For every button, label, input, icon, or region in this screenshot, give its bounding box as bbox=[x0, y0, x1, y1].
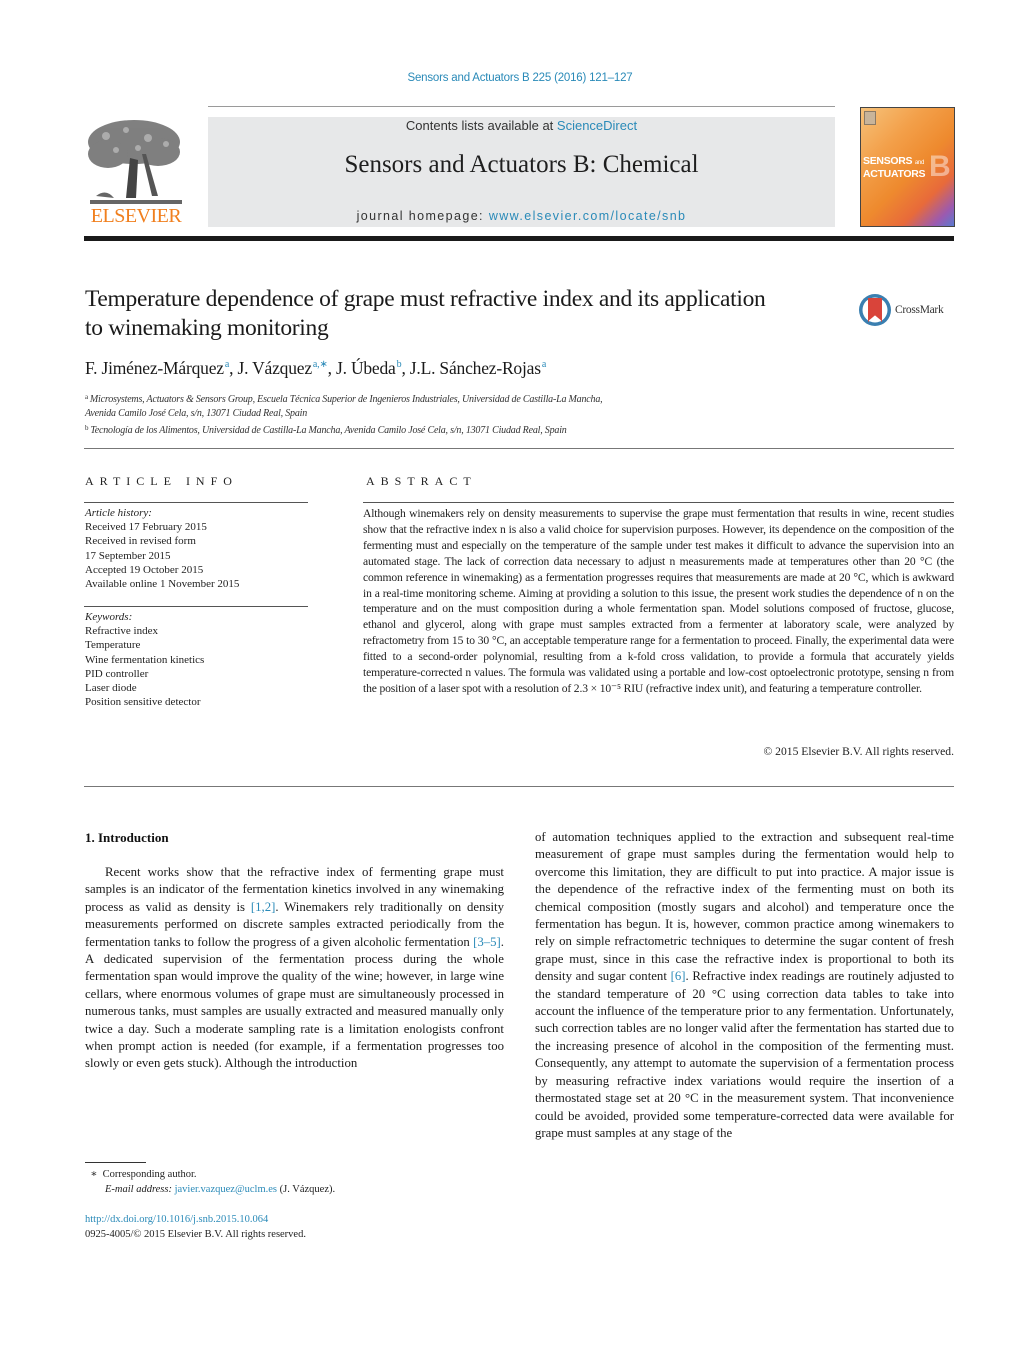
author-name: J. Úbeda bbox=[335, 358, 396, 378]
affiliation-a: a Microsystems, Actuators & Sensors Group… bbox=[85, 390, 603, 407]
issn-copyright: 0925-4005/© 2015 Elsevier B.V. All right… bbox=[85, 1229, 306, 1240]
reference-link[interactable]: [3–5] bbox=[473, 935, 501, 949]
cover-letter: B bbox=[929, 150, 951, 183]
header-thick-rule bbox=[84, 236, 954, 241]
affiliation-mark[interactable]: a,∗ bbox=[313, 359, 328, 370]
author[interactable]: F. Jiménez-Márqueza, bbox=[85, 358, 237, 378]
body-text: . Refractive index readings are routinel… bbox=[535, 969, 954, 1140]
header-rule bbox=[208, 106, 835, 107]
abstract-rule bbox=[363, 502, 954, 503]
reference-link[interactable]: [6] bbox=[671, 969, 686, 983]
author-separator: , bbox=[401, 358, 410, 378]
author-list: F. Jiménez-Márqueza, J. Vázqueza,∗, J. Ú… bbox=[85, 358, 546, 379]
email-suffix: (J. Vázquez). bbox=[276, 1184, 336, 1195]
affiliation-mark: a bbox=[85, 393, 88, 401]
article-info-heading: ARTICLE INFO bbox=[85, 474, 238, 488]
footnote: ∗ Corresponding author. E-mail address: … bbox=[85, 1167, 335, 1197]
introduction-column-left: Recent works show that the refractive in… bbox=[85, 864, 504, 1073]
corresponding-label: Corresponding author. bbox=[102, 1169, 197, 1180]
elsevier-wordmark: ELSEVIER bbox=[90, 205, 182, 227]
footnote-mark: ∗ bbox=[90, 1169, 98, 1180]
abstract-heading: ABSTRACT bbox=[366, 474, 477, 488]
affiliation-text: Tecnología de los Alimentos, Universidad… bbox=[90, 425, 567, 436]
affiliation-a-cont: Avenida Camilo José Cela, s/n, 13071 Ciu… bbox=[85, 408, 308, 419]
homepage-prefix: journal homepage: bbox=[356, 209, 489, 223]
author-name: F. Jiménez-Márquez bbox=[85, 358, 224, 378]
affiliation-mark: b bbox=[85, 424, 89, 432]
keywords-label: Keywords: bbox=[85, 611, 133, 623]
article-title: Temperature dependence of grape must ref… bbox=[85, 286, 766, 341]
elsevier-logo[interactable]: ELSEVIER bbox=[84, 116, 186, 228]
journal-citation[interactable]: Sensors and Actuators B 225 (2016) 121–1… bbox=[0, 72, 1020, 84]
author-separator: , bbox=[327, 358, 336, 378]
article-info-rule bbox=[84, 502, 308, 503]
author[interactable]: J. Úbedab, bbox=[336, 358, 410, 378]
history-item: Accepted 19 October 2015 bbox=[85, 563, 204, 576]
abstract-bottom-rule bbox=[84, 786, 954, 787]
corresponding-author-note: ∗ Corresponding author. bbox=[85, 1167, 335, 1182]
sciencedirect-link[interactable]: ScienceDirect bbox=[557, 118, 637, 133]
history-item: 17 September 2015 bbox=[85, 549, 171, 562]
contents-prefix: Contents lists available at bbox=[405, 118, 557, 133]
keyword: PID controller bbox=[85, 667, 149, 680]
cover-publisher-badge bbox=[864, 111, 876, 125]
journal-homepage-link[interactable]: www.elsevier.com/locate/snb bbox=[489, 209, 687, 223]
history-item: Received 17 February 2015 bbox=[85, 521, 207, 534]
cover-title-line1: SENSORS bbox=[863, 155, 913, 167]
homepage-line: journal homepage: www.elsevier.com/locat… bbox=[208, 209, 835, 223]
keyword: Wine fermentation kinetics bbox=[85, 653, 205, 666]
journal-name: Sensors and Actuators B: Chemical bbox=[344, 151, 699, 178]
body-text: . A dedicated supervision of the ferment… bbox=[85, 934, 504, 1071]
affiliation-b: b Tecnología de los Alimentos, Universida… bbox=[85, 421, 602, 438]
email-label: E-mail address: bbox=[105, 1184, 172, 1195]
affiliation-text: Microsystems, Actuators & Sensors Group,… bbox=[89, 394, 603, 405]
elsevier-tree-icon bbox=[88, 120, 182, 204]
affiliations: a Microsystems, Actuators & Sensors Group… bbox=[85, 390, 603, 438]
author-name: J. Vázquez bbox=[237, 358, 312, 378]
keyword: Laser diode bbox=[85, 682, 137, 695]
keyword: Position sensitive detector bbox=[85, 696, 201, 709]
contents-line: Contents lists available at ScienceDirec… bbox=[208, 118, 835, 133]
email-link[interactable]: javier.vazquez@uclm.es bbox=[175, 1184, 277, 1195]
cover-title: SENSORS and ACTUATORS bbox=[863, 155, 926, 180]
author[interactable]: J.L. Sánchez-Rojasa bbox=[410, 358, 546, 378]
crossmark-icon bbox=[859, 294, 891, 326]
journal-banner: Contents lists available at ScienceDirec… bbox=[208, 117, 835, 227]
introduction-heading: 1. Introduction bbox=[85, 830, 169, 845]
body-text: of automation techniques applied to the … bbox=[535, 830, 954, 984]
author[interactable]: J. Vázqueza,∗, bbox=[237, 358, 336, 378]
keywords: Keywords: Refractive index Temperature W… bbox=[85, 610, 204, 709]
abstract-text: Although winemakers rely on density meas… bbox=[363, 507, 954, 695]
history-label: Article history: bbox=[85, 507, 152, 519]
keywords-rule bbox=[84, 606, 308, 607]
keyword: Refractive index bbox=[85, 625, 158, 638]
article-history: Article history: Received 17 February 20… bbox=[85, 506, 239, 591]
cover-title-and: and bbox=[914, 160, 924, 166]
cover-title-line2: ACTUATORS bbox=[863, 168, 926, 180]
abstract-copyright: © 2015 Elsevier B.V. All rights reserved… bbox=[763, 745, 954, 758]
affiliation-mark[interactable]: a bbox=[542, 359, 546, 370]
email-line: E-mail address: javier.vazquez@uclm.es (… bbox=[85, 1182, 335, 1197]
journal-cover-image[interactable]: SENSORS and ACTUATORS B bbox=[860, 107, 955, 227]
introduction-column-right: of automation techniques applied to the … bbox=[535, 829, 954, 1142]
section-rule bbox=[84, 448, 954, 449]
crossmark-button[interactable]: CrossMark bbox=[858, 290, 958, 330]
doi-block: http://dx.doi.org/10.1016/j.snb.2015.10.… bbox=[85, 1212, 306, 1242]
history-item: Available online 1 November 2015 bbox=[85, 578, 240, 591]
author-name: J.L. Sánchez-Rojas bbox=[409, 358, 541, 378]
reference-link[interactable]: [1,2] bbox=[251, 900, 276, 914]
doi-link[interactable]: http://dx.doi.org/10.1016/j.snb.2015.10.… bbox=[85, 1212, 306, 1227]
keyword: Temperature bbox=[85, 639, 141, 652]
footnote-rule bbox=[85, 1162, 146, 1163]
history-item: Received in revised form bbox=[85, 535, 196, 548]
crossmark-label: CrossMark bbox=[895, 304, 944, 316]
